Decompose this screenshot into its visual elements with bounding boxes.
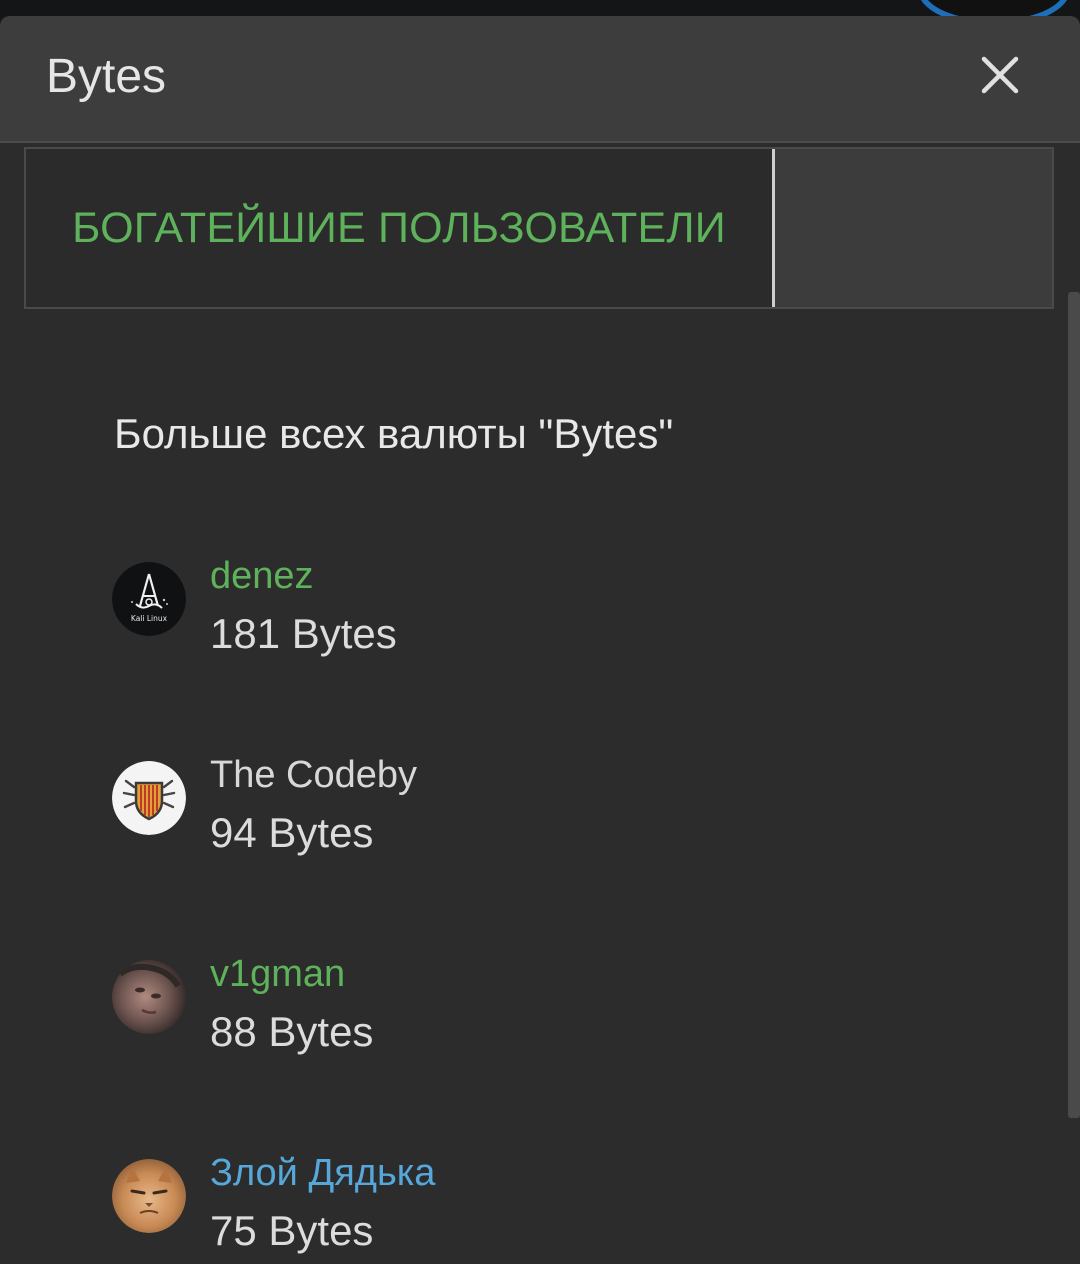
tab-empty-area bbox=[775, 149, 1052, 307]
kali-linux-avatar[interactable]: Kali Linux bbox=[112, 562, 186, 636]
user-bytes-amount: 88 Bytes bbox=[210, 1008, 374, 1055]
scrollbar[interactable] bbox=[1068, 292, 1080, 1118]
tab-bar: БОГАТЕЙШИЕ ПОЛЬЗОВАТЕЛИ bbox=[24, 147, 1054, 309]
dialog-header: Bytes bbox=[0, 16, 1080, 143]
face-photo-avatar[interactable] bbox=[112, 960, 186, 1034]
user-row: The Codeby 94 Bytes bbox=[112, 751, 812, 881]
user-name-link[interactable]: v1gman bbox=[210, 950, 345, 998]
bytes-dialog: Bytes БОГАТЕЙШИЕ ПОЛЬЗОВАТЕЛИ Больше все… bbox=[0, 16, 1080, 1264]
user-name-link[interactable]: The Codeby bbox=[210, 751, 417, 799]
tab-richest-users-label: БОГАТЕЙШИЕ ПОЛЬЗОВАТЕЛИ bbox=[72, 203, 726, 252]
section-heading: Больше всех валюты "Bytes" bbox=[114, 410, 674, 457]
close-button[interactable] bbox=[972, 44, 1028, 108]
user-name-link[interactable]: Злой Дядька bbox=[210, 1149, 435, 1197]
user-row: Злой Дядька 75 Bytes bbox=[112, 1149, 812, 1264]
user-row: v1gman 88 Bytes bbox=[112, 950, 812, 1080]
codeby-shield-avatar[interactable] bbox=[112, 761, 186, 835]
user-bytes-amount: 75 Bytes bbox=[210, 1207, 374, 1254]
avatar-caption: Kali Linux bbox=[131, 614, 168, 623]
close-icon bbox=[981, 56, 1019, 94]
user-bytes-amount: 181 Bytes bbox=[210, 610, 397, 657]
user-bytes-amount: 94 Bytes bbox=[210, 809, 374, 856]
tab-richest-users[interactable]: БОГАТЕЙШИЕ ПОЛЬЗОВАТЕЛИ bbox=[26, 149, 775, 307]
user-row: Kali Linux denez 181 Bytes bbox=[112, 552, 812, 682]
user-name-link[interactable]: denez bbox=[210, 552, 314, 600]
cat-photo-avatar[interactable] bbox=[112, 1159, 186, 1233]
dialog-title: Bytes bbox=[46, 50, 167, 103]
